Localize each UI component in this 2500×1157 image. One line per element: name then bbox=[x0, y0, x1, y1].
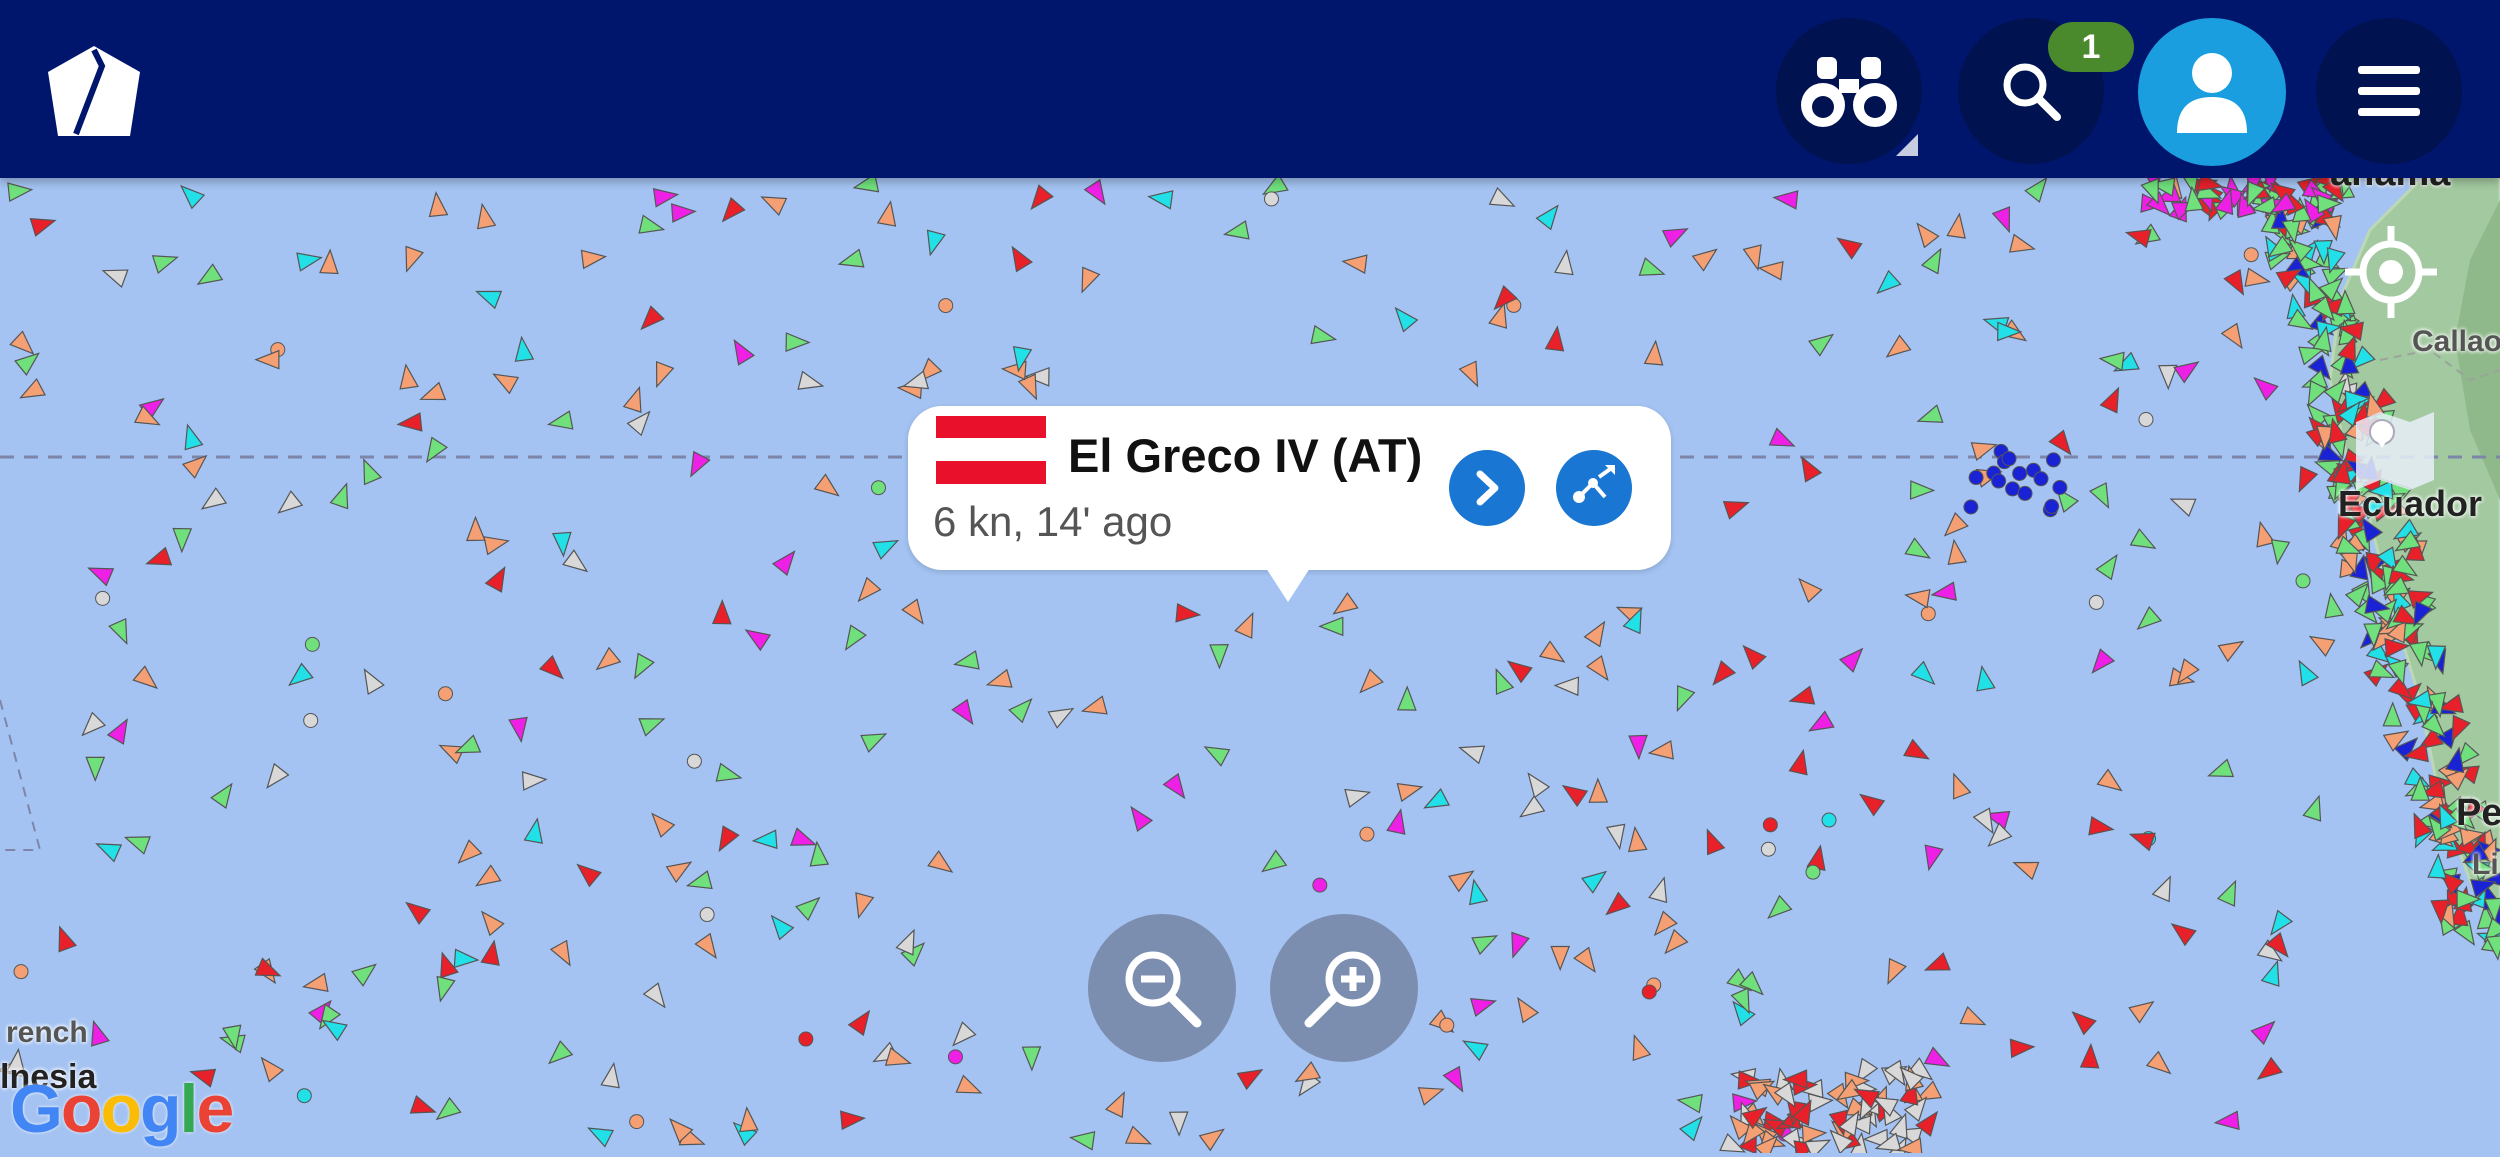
google-logo: Google bbox=[10, 1071, 234, 1147]
anchored-vessel-marker[interactable] bbox=[1991, 473, 2007, 489]
zoom-in-icon bbox=[1304, 951, 1381, 1028]
anchored-vessel-marker[interactable] bbox=[2012, 466, 2028, 482]
anchored-vessel-marker[interactable] bbox=[2017, 485, 2033, 501]
anchored-vessel-marker[interactable] bbox=[798, 1031, 814, 1047]
crosshair-locate-icon bbox=[2345, 226, 2437, 318]
vessel-details-button[interactable] bbox=[1449, 450, 1525, 526]
anchored-vessel-marker[interactable] bbox=[2243, 247, 2259, 263]
popup-pointer bbox=[1266, 568, 1310, 602]
user-avatar-icon bbox=[2177, 53, 2247, 133]
search-icon bbox=[2003, 63, 2061, 121]
anchored-vessel-marker[interactable] bbox=[437, 686, 453, 702]
anchored-vessel-marker[interactable] bbox=[2033, 471, 2049, 487]
anchored-vessel-marker[interactable] bbox=[2052, 480, 2068, 496]
anchored-vessel-marker[interactable] bbox=[1263, 191, 1279, 207]
anchored-vessel-marker[interactable] bbox=[2295, 573, 2311, 589]
vessel-name: El Greco IV (AT) bbox=[1068, 429, 1423, 482]
map-label-lima: Li bbox=[2472, 848, 2499, 881]
zoom-out-icon bbox=[1125, 951, 1202, 1028]
route-icon bbox=[1573, 465, 1615, 503]
binoculars-button[interactable] bbox=[1776, 18, 1922, 164]
anchored-vessel-marker[interactable] bbox=[296, 1088, 312, 1104]
chevron-right-icon bbox=[1476, 470, 1499, 506]
anchored-vessel-marker[interactable] bbox=[13, 964, 29, 980]
anchored-vessel-marker[interactable] bbox=[304, 636, 320, 652]
vessel-status: 6 kn, 14' ago bbox=[933, 498, 1173, 545]
search-count-badge: 1 bbox=[2048, 22, 2134, 72]
map-layers-button[interactable] bbox=[2340, 400, 2450, 500]
anchored-vessel-marker[interactable] bbox=[947, 1049, 963, 1065]
locate-me-button[interactable] bbox=[2318, 212, 2464, 332]
map-label-peru: Pe bbox=[2456, 792, 2500, 834]
anchored-vessel-marker[interactable] bbox=[2001, 451, 2017, 467]
anchored-vessel-marker[interactable] bbox=[1641, 984, 1657, 1000]
dropdown-corner-icon bbox=[1896, 134, 1918, 156]
anchored-vessel-marker[interactable] bbox=[1359, 826, 1375, 842]
hamburger-menu-icon bbox=[2358, 66, 2420, 116]
zoom-in-button[interactable] bbox=[1270, 914, 1418, 1062]
zoom-out-button[interactable] bbox=[1088, 914, 1236, 1062]
anchored-vessel-marker[interactable] bbox=[1312, 877, 1328, 893]
anchored-vessel-marker[interactable] bbox=[2088, 594, 2104, 610]
anchored-vessel-marker[interactable] bbox=[2044, 498, 2060, 514]
anchored-vessel-marker[interactable] bbox=[1920, 606, 1936, 622]
austria-flag-icon bbox=[936, 416, 1046, 484]
anchored-vessel-marker[interactable] bbox=[1760, 841, 1776, 857]
vessel-route-button[interactable] bbox=[1556, 450, 1632, 526]
anchored-vessel-marker[interactable] bbox=[1762, 817, 1778, 833]
menu-button[interactable] bbox=[2316, 18, 2462, 164]
anchored-vessel-marker[interactable] bbox=[938, 298, 954, 314]
profile-button[interactable] bbox=[2138, 18, 2286, 166]
anchored-vessel-marker[interactable] bbox=[699, 907, 715, 923]
map-label-french: rench bbox=[6, 1016, 88, 1049]
anchored-vessel-marker[interactable] bbox=[1821, 812, 1837, 828]
anchored-vessel-marker[interactable] bbox=[870, 480, 886, 496]
anchored-vessel-marker[interactable] bbox=[2045, 452, 2061, 468]
anchored-vessel-marker[interactable] bbox=[629, 1114, 645, 1130]
map-layers-icon bbox=[2356, 412, 2434, 490]
anchored-vessel-marker[interactable] bbox=[2005, 481, 2021, 497]
home-logo-icon[interactable] bbox=[44, 44, 144, 140]
anchored-vessel-marker[interactable] bbox=[686, 753, 702, 769]
vessel-popup[interactable]: El Greco IV (AT) 6 kn, 14' ago bbox=[908, 406, 1671, 570]
anchored-vessel-marker[interactable] bbox=[303, 712, 319, 728]
binoculars-icon bbox=[1801, 57, 1897, 127]
top-navigation-bar: 1 bbox=[0, 0, 2500, 178]
anchored-vessel-marker[interactable] bbox=[1805, 864, 1821, 880]
anchored-vessel-marker[interactable] bbox=[1963, 499, 1979, 515]
anchored-vessel-marker[interactable] bbox=[1439, 1017, 1455, 1033]
anchored-vessel-marker[interactable] bbox=[2138, 412, 2154, 428]
anchored-vessel-marker[interactable] bbox=[1968, 470, 1984, 486]
anchored-vessel-marker[interactable] bbox=[95, 590, 111, 606]
